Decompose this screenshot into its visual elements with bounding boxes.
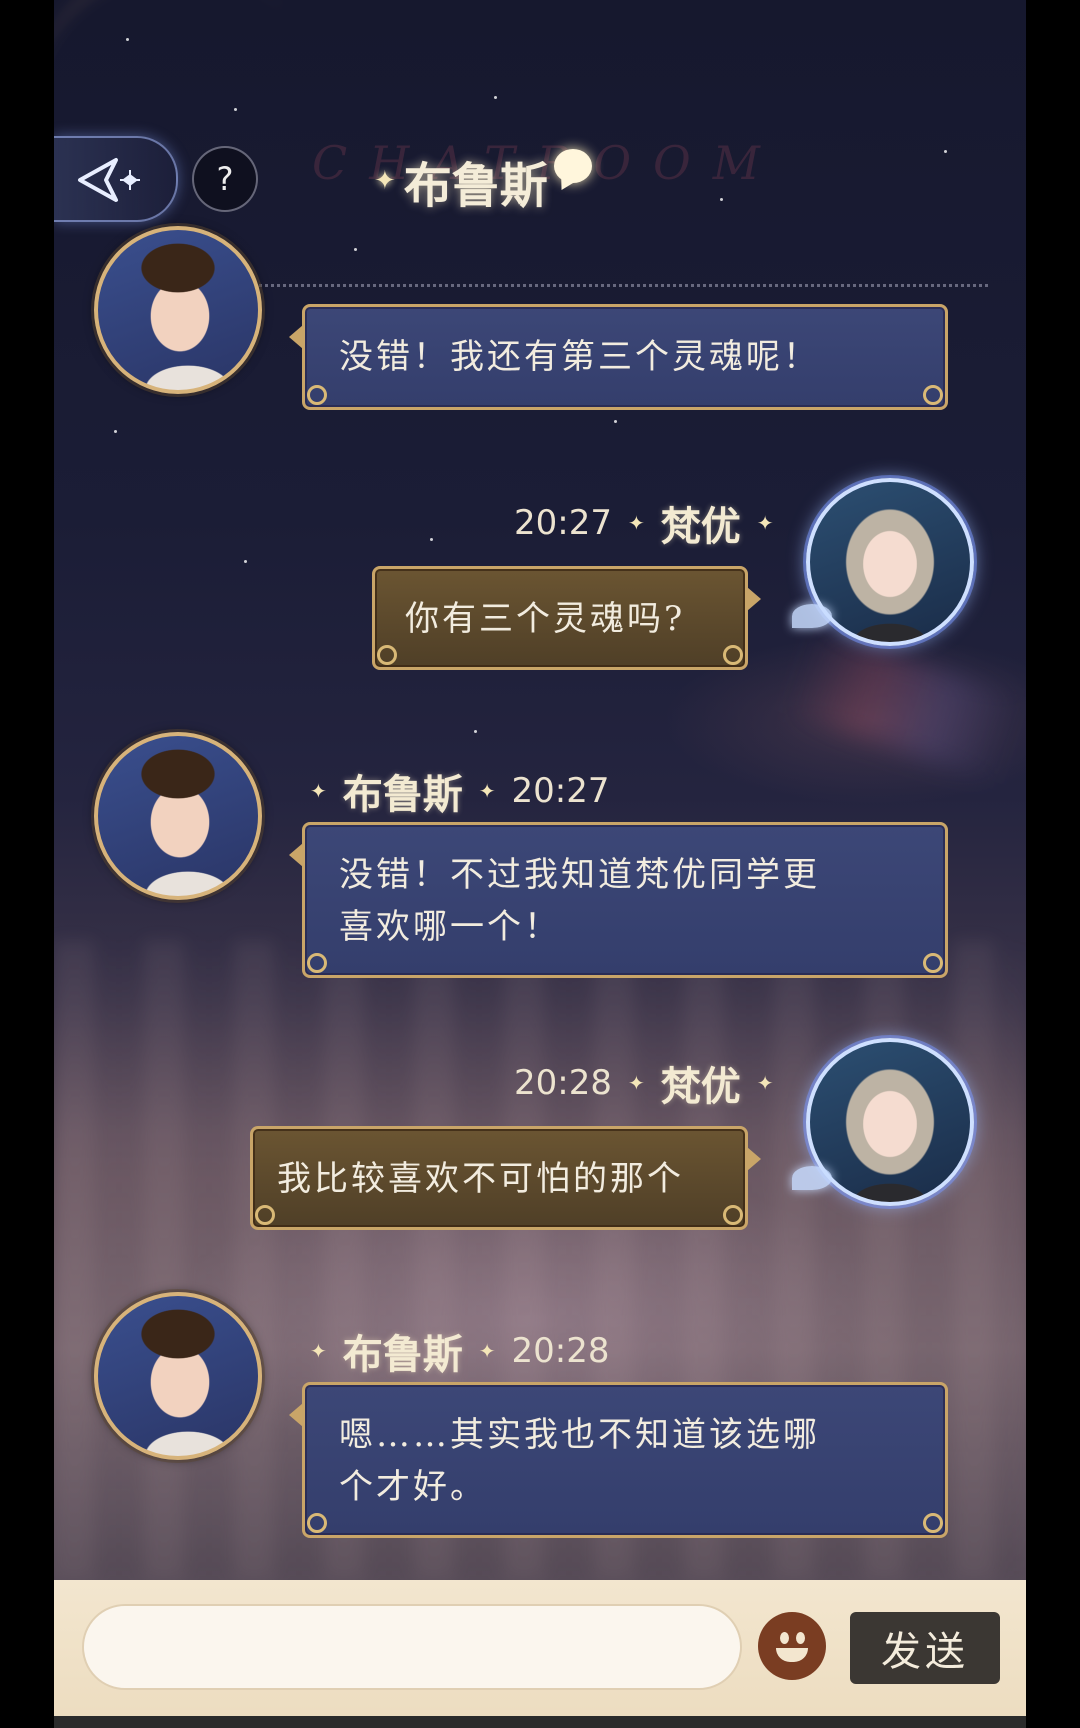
star xyxy=(126,38,129,41)
help-button[interactable]: ? xyxy=(192,146,258,212)
bubble-corner-ornament xyxy=(307,953,327,973)
butterfly-icon xyxy=(792,1166,832,1190)
message-text: 我比较喜欢不可怕的那个 xyxy=(277,1159,684,1199)
sender-name: 布鲁斯 xyxy=(342,771,463,818)
help-icon: ? xyxy=(216,160,234,198)
sparkle-icon: ✦ xyxy=(478,1339,496,1363)
sparkle-icon: ✦ xyxy=(374,166,396,196)
input-bar: 发送 xyxy=(54,1580,1026,1728)
star xyxy=(720,198,723,201)
message-time: 20:27 xyxy=(514,503,612,543)
sparkle-icon: ✦ xyxy=(310,779,327,803)
message-bubble: 你有三个灵魂吗? xyxy=(372,566,761,670)
message-time: 20:28 xyxy=(514,1063,612,1103)
bubble-corner-ornament xyxy=(723,645,743,665)
sparkle-icon: ✦ xyxy=(627,511,645,535)
page-title: 布鲁斯 xyxy=(403,158,548,214)
emoji-button[interactable] xyxy=(758,1612,826,1680)
star xyxy=(614,420,617,423)
sender-name: 梵优 xyxy=(660,503,741,550)
emoji-icon-eye xyxy=(780,1632,789,1644)
message-input[interactable] xyxy=(82,1604,742,1690)
star xyxy=(234,108,237,111)
message-text-line: 喜欢哪一个！ xyxy=(339,907,561,947)
emoji-icon-eye xyxy=(796,1632,805,1644)
send-button[interactable]: 发送 xyxy=(850,1612,1000,1684)
back-arrow-icon xyxy=(78,158,140,202)
bubble-corner-ornament xyxy=(307,1513,327,1533)
message-text-line: 没错！不过我知道梵优同学更 xyxy=(339,855,820,895)
message-bubble: 嗯……其实我也不知道该选哪 个才好。 xyxy=(289,1382,948,1538)
star xyxy=(494,96,497,99)
message-meta: 20:28 ✦ 梵优 ✦ xyxy=(514,1054,790,1112)
avatar-bruce[interactable] xyxy=(94,226,262,394)
star xyxy=(354,248,357,251)
sparkle-icon: ✦ xyxy=(627,1071,645,1095)
star xyxy=(474,730,477,733)
bubble-corner-ornament xyxy=(377,645,397,665)
sparkle-icon: ✦ xyxy=(310,1339,327,1363)
bubble-corner-ornament xyxy=(923,385,943,405)
sparkle-icon: ✦ xyxy=(756,511,774,535)
system-nav-strip xyxy=(54,1716,1026,1728)
message-bubble: 没错！不过我知道梵优同学更 喜欢哪一个！ xyxy=(289,822,948,978)
message-bubble: 我比较喜欢不可怕的那个 xyxy=(250,1126,761,1230)
sender-name: 梵优 xyxy=(660,1063,741,1110)
message-bubble: 没错！我还有第三个灵魂呢！ xyxy=(289,304,948,410)
sender-name: 布鲁斯 xyxy=(342,1331,463,1378)
sparkle-icon: ✦ xyxy=(478,779,496,803)
avatar-bruce[interactable] xyxy=(94,732,262,900)
message-text: 没错！我还有第三个灵魂呢！ xyxy=(339,337,820,377)
star xyxy=(244,560,247,563)
background-rainbow-2 xyxy=(785,628,1023,782)
message-text-line: 个才好。 xyxy=(339,1467,487,1507)
star xyxy=(114,430,117,433)
back-button[interactable] xyxy=(54,136,178,222)
message-meta: ✦ 布鲁斯 ✦ 20:27 xyxy=(294,762,610,820)
header-title-group: ✦ 布鲁斯 xyxy=(374,146,592,216)
bubble-corner-ornament xyxy=(923,953,943,973)
message-time: 20:28 xyxy=(511,1331,610,1371)
sparkle-icon: ✦ xyxy=(756,1071,774,1095)
emoji-icon-mouth xyxy=(776,1648,808,1662)
avatar-fanyou[interactable] xyxy=(806,478,974,646)
chat-screen: ? CHATROOM ✦ 布鲁斯 没错！我还有第三个灵魂呢！ 20:27 ✦ 梵… xyxy=(54,0,1026,1728)
chat-bubble-icon xyxy=(553,149,592,183)
bubble-corner-ornament xyxy=(723,1205,743,1225)
bubble-corner-ornament xyxy=(255,1205,275,1225)
butterfly-icon xyxy=(792,604,832,628)
star xyxy=(430,538,433,541)
message-meta: 20:27 ✦ 梵优 ✦ xyxy=(514,494,790,552)
message-time: 20:27 xyxy=(511,771,610,811)
message-meta: ✦ 布鲁斯 ✦ 20:28 xyxy=(294,1322,610,1380)
bubble-corner-ornament xyxy=(307,385,327,405)
message-text: 你有三个灵魂吗? xyxy=(405,599,686,639)
bubble-corner-ornament xyxy=(923,1513,943,1533)
star xyxy=(944,150,947,153)
avatar-bruce[interactable] xyxy=(94,1292,262,1460)
message-text-line: 嗯……其实我也不知道该选哪 xyxy=(339,1415,820,1455)
